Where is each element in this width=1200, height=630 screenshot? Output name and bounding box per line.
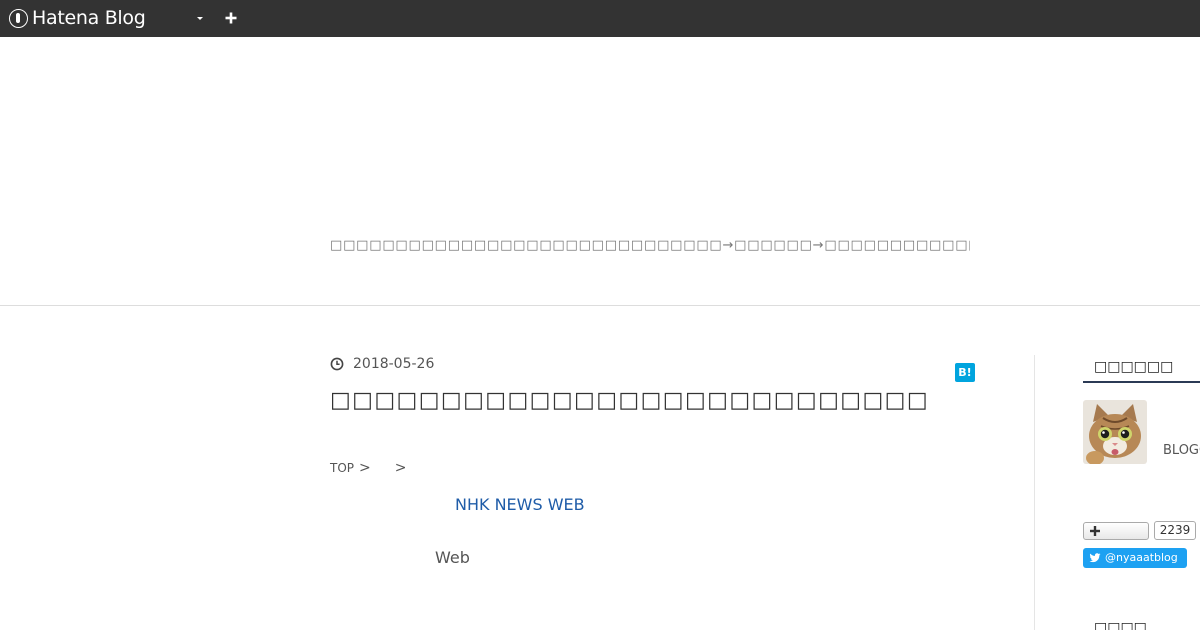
breadcrumb-separator: >	[359, 460, 371, 476]
entry-date-text: 2018-05-26	[353, 356, 435, 372]
profile-id[interactable]: BLOGG	[1163, 443, 1200, 458]
clock-icon	[330, 357, 344, 371]
sidebar-section-title: □□□□	[1094, 620, 1147, 630]
content-divider	[1034, 355, 1035, 630]
breadcrumb-top-link[interactable]: TOP	[330, 461, 354, 475]
breadcrumb-separator: >	[394, 460, 407, 476]
caret-down-icon[interactable]	[193, 11, 207, 25]
nhk-news-link[interactable]: NHK NEWS WEB	[455, 495, 585, 514]
global-header: Hatena Blog	[0, 0, 1200, 37]
hatena-blog-logo[interactable]: Hatena Blog	[9, 7, 146, 29]
hatena-logo-icon	[9, 8, 28, 28]
blog-description: □□□□□□□□□□□□□□□□□□□□□□□□□□□□□□→□□□□□□→□□…	[330, 238, 970, 253]
follower-count: 2239	[1154, 521, 1196, 540]
entry-body-text: Web	[435, 548, 470, 567]
blog-header: □□□□□□□□□□□□□□□□□□□□□□□□□□□□□□→□□□□□□→□□…	[0, 37, 1200, 306]
brand-name: Hatena Blog	[32, 7, 146, 29]
avatar[interactable]	[1083, 400, 1147, 464]
sidebar-profile-title: □□□□□□	[1083, 359, 1200, 383]
twitter-handle: @nyaaatblog	[1105, 551, 1178, 564]
breadcrumb: TOP > >	[330, 460, 406, 476]
entry-date[interactable]: 2018-05-26	[330, 356, 434, 372]
follow-button[interactable]	[1083, 522, 1149, 540]
twitter-follow-button[interactable]: @nyaaatblog	[1083, 548, 1187, 568]
plus-icon	[1090, 526, 1100, 536]
cat-avatar-image	[1083, 400, 1147, 464]
plus-icon[interactable]	[223, 10, 239, 26]
hatena-bookmark-button[interactable]: B!	[955, 363, 975, 382]
twitter-bird-icon	[1089, 553, 1101, 563]
entry-title[interactable]: □□□□□□□□□□□□□□□□□□□□□□□□□□□	[330, 388, 950, 413]
